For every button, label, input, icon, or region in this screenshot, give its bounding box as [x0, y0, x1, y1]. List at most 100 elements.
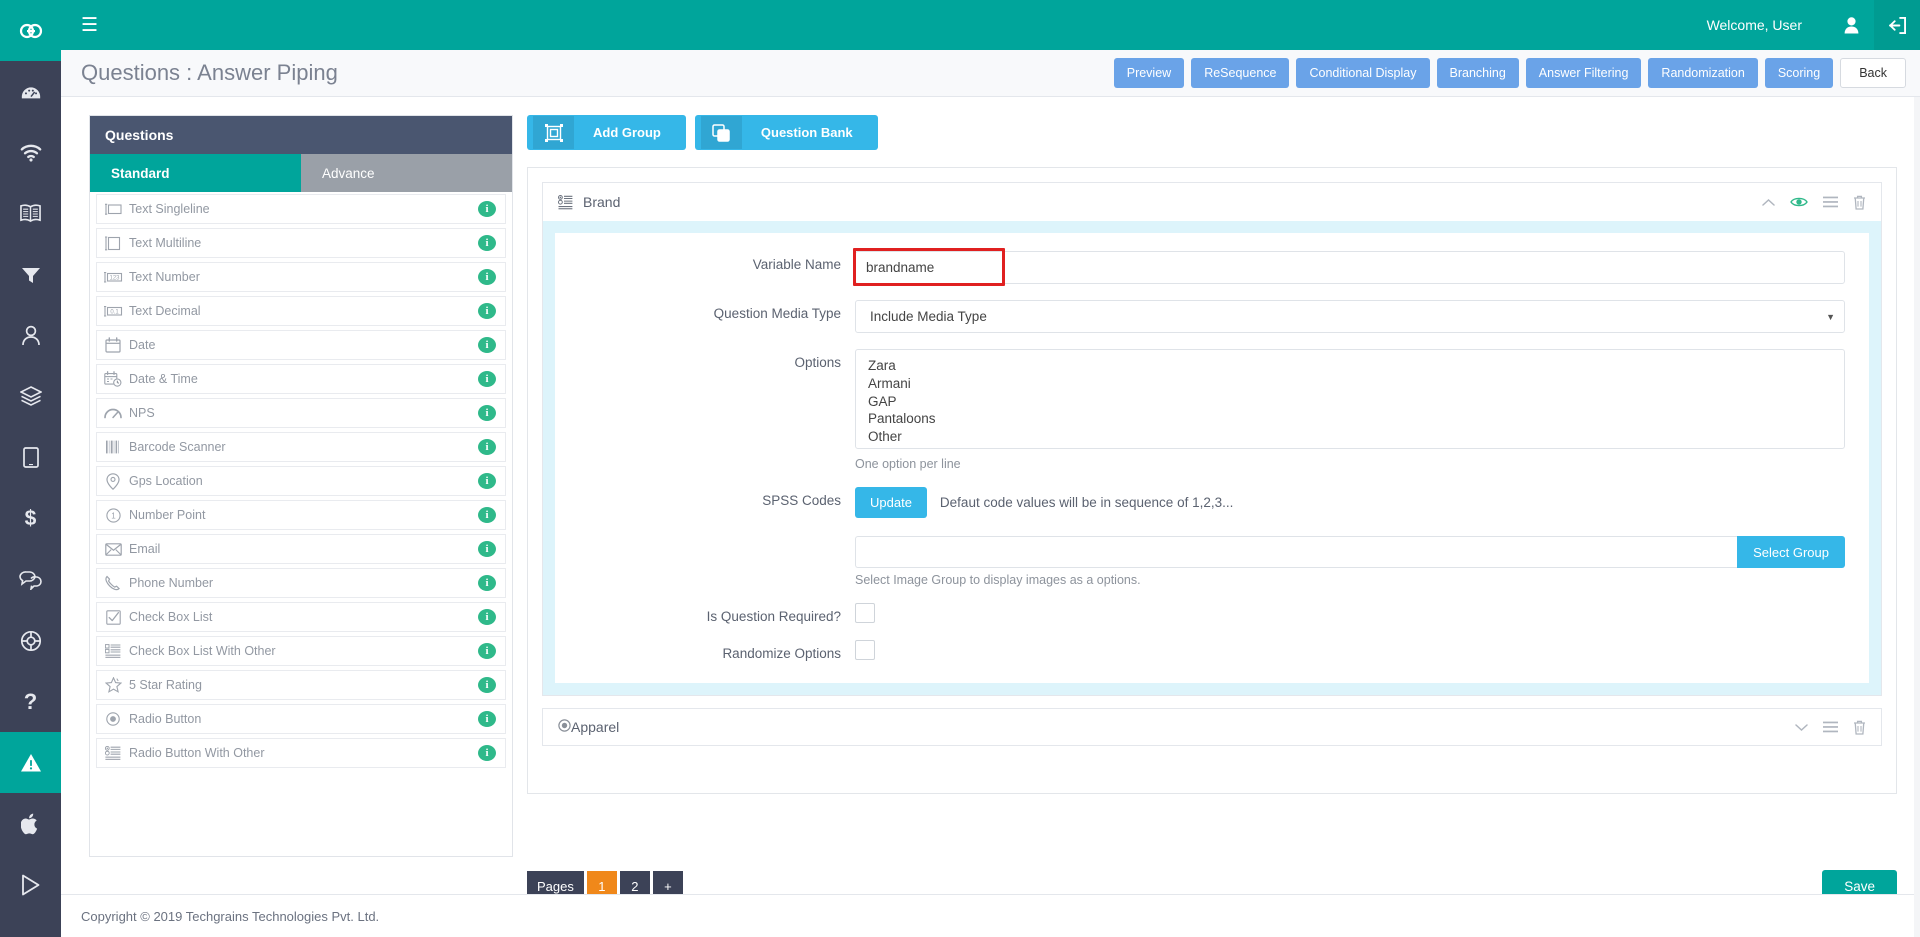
- question-type-row[interactable]: Radio Button With Other i: [96, 738, 506, 768]
- rail-item-wifi[interactable]: [0, 122, 61, 183]
- info-icon[interactable]: i: [478, 643, 496, 659]
- select-group-button[interactable]: Select Group: [1737, 536, 1845, 568]
- info-icon[interactable]: i: [478, 235, 496, 251]
- delete-question-button[interactable]: [1853, 720, 1866, 735]
- expand-question-toggle[interactable]: [1795, 723, 1808, 732]
- question-type-label: Text Decimal: [129, 304, 201, 318]
- question-type-row[interactable]: Gps Location i: [96, 466, 506, 496]
- question-type-row[interactable]: NPS i: [96, 398, 506, 428]
- randomize-options-checkbox[interactable]: [855, 640, 875, 660]
- collapse-question-toggle[interactable]: [1762, 198, 1775, 207]
- info-icon[interactable]: i: [478, 507, 496, 523]
- info-icon[interactable]: i: [478, 473, 496, 489]
- options-textarea[interactable]: Zara Armani GAP Pantaloons Other: [855, 349, 1845, 449]
- info-icon[interactable]: i: [478, 269, 496, 285]
- question-type-row[interactable]: 1 Number Point i: [96, 500, 506, 530]
- info-icon[interactable]: i: [478, 575, 496, 591]
- rail-item-layers[interactable]: [0, 366, 61, 427]
- tab-advance[interactable]: Advance: [301, 154, 512, 192]
- spss-update-button[interactable]: Update: [855, 487, 927, 518]
- randomization-button[interactable]: Randomization: [1648, 58, 1758, 88]
- welcome-label: Welcome, User: [1706, 17, 1802, 33]
- user-account-button[interactable]: [1828, 0, 1874, 50]
- info-icon[interactable]: i: [478, 405, 496, 421]
- image-group-input[interactable]: [855, 536, 1738, 568]
- info-icon[interactable]: i: [478, 711, 496, 727]
- question-type-label: Email: [129, 542, 161, 556]
- question-type-row[interactable]: 123 Text Number i: [96, 262, 506, 292]
- is-required-label: Is Question Required?: [706, 609, 841, 624]
- delete-question-button[interactable]: [1853, 195, 1866, 210]
- page-scrollbar-track[interactable]: [1914, 50, 1920, 937]
- question-type-row[interactable]: Date i: [96, 330, 506, 360]
- question-block-apparel[interactable]: Apparel: [542, 708, 1882, 746]
- conditional-display-button[interactable]: Conditional Display: [1296, 58, 1430, 88]
- scoring-button[interactable]: Scoring: [1764, 58, 1834, 88]
- question-type-row[interactable]: Barcode Scanner i: [96, 432, 506, 462]
- question-type-row[interactable]: Text Multiline i: [96, 228, 506, 258]
- answer-filtering-button[interactable]: Answer Filtering: [1525, 58, 1642, 88]
- logout-button[interactable]: [1874, 0, 1920, 50]
- text-multiline-icon: [97, 235, 129, 251]
- rail-item-tablet[interactable]: [0, 427, 61, 488]
- warning-triangle-icon: [20, 753, 41, 771]
- info-icon[interactable]: i: [478, 337, 496, 353]
- variable-name-input[interactable]: [855, 251, 1845, 284]
- question-menu-button[interactable]: [1823, 721, 1838, 733]
- page-footer: Copyright © 2019 Techgrains Technologies…: [61, 894, 1920, 937]
- info-icon[interactable]: i: [478, 745, 496, 761]
- is-required-field: [855, 603, 1845, 623]
- rail-item-library[interactable]: [0, 183, 61, 244]
- app-logo[interactable]: [0, 0, 61, 61]
- info-icon[interactable]: i: [478, 439, 496, 455]
- rail-item-support[interactable]: [0, 610, 61, 671]
- apple-icon: [21, 813, 38, 834]
- rail-item-profile[interactable]: [0, 305, 61, 366]
- is-required-checkbox[interactable]: [855, 603, 875, 623]
- question-type-row[interactable]: Check Box List With Other i: [96, 636, 506, 666]
- rail-item-help[interactable]: ?: [0, 671, 61, 732]
- info-icon[interactable]: i: [478, 609, 496, 625]
- preview-question-button[interactable]: [1790, 196, 1808, 208]
- rail-item-android-app[interactable]: [0, 854, 61, 915]
- preview-button[interactable]: Preview: [1113, 58, 1185, 88]
- question-type-row[interactable]: Radio Button i: [96, 704, 506, 734]
- rail-item-messages[interactable]: [0, 549, 61, 610]
- rail-item-billing[interactable]: $: [0, 488, 61, 549]
- branching-button[interactable]: Branching: [1436, 58, 1519, 88]
- spss-note-text: Defaut code values will be in sequence o…: [939, 495, 1234, 510]
- question-type-row[interactable]: Email i: [96, 534, 506, 564]
- question-type-row[interactable]: Check Box List i: [96, 602, 506, 632]
- number-circle-icon: 1: [97, 507, 129, 523]
- media-type-select[interactable]: Include Media Type: [855, 300, 1845, 333]
- question-bank-button[interactable]: Question Bank: [694, 115, 878, 150]
- question-type-row[interactable]: 0.1 Text Decimal i: [96, 296, 506, 326]
- question-menu-button[interactable]: [1823, 196, 1838, 208]
- resequence-button[interactable]: ReSequence: [1191, 58, 1290, 88]
- rail-item-ios-app[interactable]: [0, 793, 61, 854]
- question-type-label: Date & Time: [129, 372, 198, 386]
- question-type-row[interactable]: Phone Number i: [96, 568, 506, 598]
- question-type-label: Number Point: [129, 508, 206, 522]
- add-group-button[interactable]: Add Group: [527, 115, 686, 150]
- back-button[interactable]: Back: [1840, 58, 1906, 88]
- tab-standard[interactable]: Standard: [90, 154, 301, 192]
- question-type-label: Date: [129, 338, 156, 352]
- question-type-row[interactable]: Text Singleline i: [96, 194, 506, 224]
- info-icon[interactable]: i: [478, 541, 496, 557]
- trash-icon: [1854, 195, 1865, 210]
- media-type-label: Question Media Type: [713, 306, 841, 321]
- info-icon[interactable]: i: [478, 201, 496, 217]
- info-icon[interactable]: i: [478, 677, 496, 693]
- question-type-row[interactable]: Date & Time i: [96, 364, 506, 394]
- rail-item-dashboard[interactable]: [0, 61, 61, 122]
- hamburger-icon[interactable]: ☰: [75, 12, 104, 39]
- question-type-row[interactable]: 5 Star Rating i: [96, 670, 506, 700]
- rail-item-alerts[interactable]: [0, 732, 61, 793]
- info-icon[interactable]: i: [478, 303, 496, 319]
- variable-name-field: [853, 248, 1845, 286]
- add-group-label: Add Group: [593, 125, 661, 140]
- question-type-label: Text Singleline: [129, 202, 210, 216]
- info-icon[interactable]: i: [478, 371, 496, 387]
- rail-item-filter[interactable]: [0, 244, 61, 305]
